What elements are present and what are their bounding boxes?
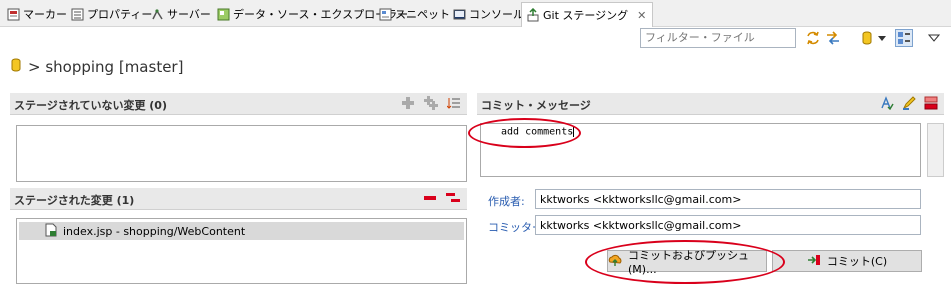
commit-and-push-button[interactable]: コミットおよびプッシュ(M)...	[607, 249, 767, 276]
properties-icon	[70, 7, 84, 21]
commit-icon	[807, 253, 821, 270]
sync-icon[interactable]	[824, 29, 842, 47]
staged-changes-list[interactable]: index.jsp - shopping/WebContent	[16, 218, 467, 284]
tab-servers[interactable]: サーバー	[150, 3, 211, 25]
repository-icon[interactable]	[858, 29, 876, 47]
chevron-down-icon[interactable]	[876, 29, 888, 47]
commit-and-push-label: コミットおよびプッシュ(M)...	[628, 248, 749, 276]
tab-label: サーバー	[167, 8, 211, 21]
sort-list-icon[interactable]	[446, 96, 461, 113]
author-label: 作成者:	[488, 195, 525, 208]
unstaged-changes-header: ステージされていない変更 (0)	[10, 93, 467, 115]
layout-toggle-icon[interactable]	[895, 29, 913, 47]
commit-message-title: コミット・メッセージ	[481, 99, 591, 112]
commit-message-header: コミット・メッセージ	[477, 93, 944, 115]
unstaged-changes-title: ステージされていない変更 (0)	[14, 99, 167, 112]
tab-label: プロパティー	[87, 8, 153, 21]
upload-icon	[608, 253, 622, 270]
view-menu-icon[interactable]	[925, 29, 943, 47]
tab-console[interactable]: コンソール	[452, 3, 524, 25]
tab-properties[interactable]: プロパティー	[70, 3, 152, 25]
commit-message-text: add comments	[501, 126, 574, 138]
author-value: kktworks <kktworksllc@gmail.com>	[540, 193, 742, 206]
add-all-to-index-icon[interactable]	[423, 96, 439, 113]
markers-icon	[6, 7, 20, 21]
commit-label: コミット(C)	[826, 255, 888, 268]
list-item[interactable]: index.jsp - shopping/WebContent	[19, 222, 464, 240]
commit-message-input[interactable]: add comments	[480, 123, 921, 177]
spell-check-icon[interactable]	[880, 96, 894, 113]
unstaged-changes-list[interactable]	[16, 125, 467, 182]
committer-value: kktworks <kktworksllc@gmail.com>	[540, 219, 742, 232]
refresh-icon[interactable]	[804, 29, 822, 47]
commit-button[interactable]: コミット(C)	[772, 250, 922, 272]
author-field[interactable]: kktworks <kktworksllc@gmail.com>	[535, 189, 921, 209]
tab-label: コンソール	[469, 8, 524, 21]
tab-label: Git ステージング	[543, 9, 629, 22]
servers-icon	[150, 7, 164, 21]
remove-all-from-index-icon[interactable]	[445, 191, 461, 208]
edit-pen-icon[interactable]	[902, 96, 916, 113]
close-icon[interactable]: ✕	[637, 9, 646, 22]
committer-field[interactable]: kktworks <kktworksllc@gmail.com>	[535, 215, 921, 235]
data-source-icon	[216, 7, 230, 21]
staged-changes-title: ステージされた変更 (1)	[14, 194, 135, 207]
staged-changes-header: ステージされた変更 (1)	[10, 188, 467, 210]
tab-markers[interactable]: マーカー	[6, 3, 67, 25]
remove-from-index-icon[interactable]	[423, 191, 437, 208]
filter-files-input[interactable]	[640, 28, 796, 48]
repository-label: > shopping [master]	[28, 58, 184, 76]
snippets-icon	[378, 7, 392, 21]
staged-file-label: index.jsp - shopping/WebContent	[63, 224, 246, 238]
view-tab-bar: マーカー プロパティー サーバー データ・ソース・エクスプローラー スニペット …	[0, 0, 951, 27]
add-to-index-icon[interactable]	[401, 96, 415, 113]
repository-title: > shopping [master]	[10, 57, 183, 77]
repository-icon	[10, 57, 22, 77]
jsp-file-icon	[45, 223, 57, 240]
tab-label: マーカー	[23, 8, 67, 21]
tab-snippets[interactable]: スニペット	[378, 3, 450, 25]
tab-git-staging[interactable]: Git ステージング ✕	[521, 2, 654, 27]
tab-label: スニペット	[395, 8, 450, 21]
commit-message-scrollbar[interactable]	[927, 123, 944, 177]
git-staging-icon	[526, 8, 540, 22]
signed-off-icon[interactable]	[924, 96, 938, 113]
console-icon	[452, 7, 466, 21]
